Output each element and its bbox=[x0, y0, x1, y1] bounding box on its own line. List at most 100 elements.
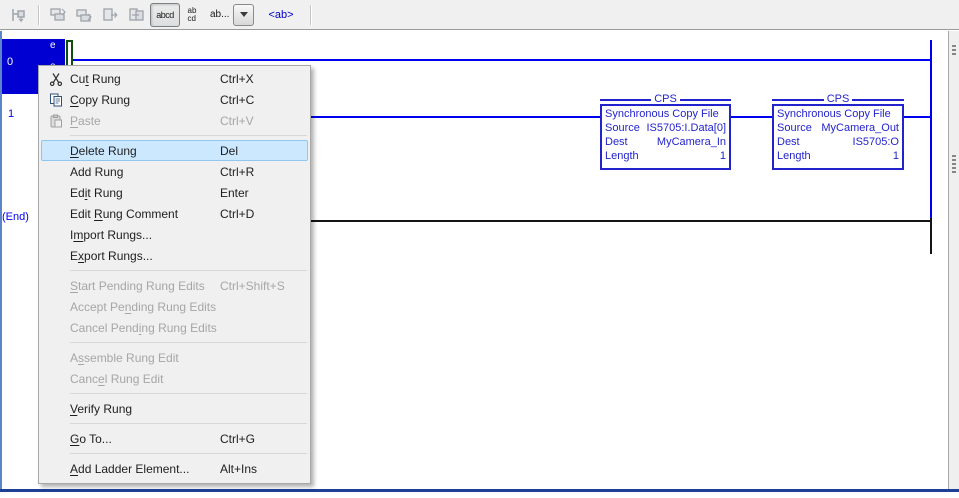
menu-item-shortcut: Ctrl+R bbox=[220, 165, 307, 179]
param-name: Dest bbox=[777, 135, 800, 149]
param-name: Length bbox=[777, 149, 811, 163]
menu-item-go-to[interactable]: Go To...Ctrl+G bbox=[41, 428, 308, 449]
menu-item-shortcut: Ctrl+V bbox=[220, 114, 307, 128]
menu-separator bbox=[70, 135, 307, 136]
menu-item-label: Import Rungs... bbox=[70, 228, 220, 242]
menu-separator bbox=[70, 342, 307, 343]
right-power-rail-end bbox=[930, 218, 932, 254]
menu-item-shortcut: Ctrl+D bbox=[220, 207, 307, 221]
menu-separator bbox=[70, 393, 307, 394]
menu-item-shortcut: Ctrl+C bbox=[220, 93, 307, 107]
param-value[interactable]: 1 bbox=[893, 149, 899, 163]
instruction-title: Synchronous Copy File bbox=[777, 107, 899, 121]
menu-item-label: Copy Rung bbox=[70, 93, 220, 107]
menu-item-shortcut: Ctrl+X bbox=[220, 72, 307, 86]
menu-item-shortcut: Ctrl+G bbox=[220, 432, 307, 446]
param-value[interactable]: IS5705:O bbox=[853, 135, 899, 149]
menu-item-assemble-rung-edit[interactable]: Assemble Rung Edit bbox=[41, 347, 308, 368]
show-full-text-button[interactable]: abcd bbox=[150, 3, 180, 27]
menu-item-label: Accept Pending Rung Edits bbox=[70, 300, 220, 314]
truncate-text-label: ab... bbox=[210, 9, 229, 20]
export-rung-icon[interactable] bbox=[98, 4, 122, 26]
menu-item-shortcut: Ctrl+Shift+S bbox=[220, 279, 307, 293]
vertical-scrollbar[interactable] bbox=[948, 31, 959, 489]
instruction-header: CPS bbox=[600, 95, 731, 104]
param-value[interactable]: 1 bbox=[720, 149, 726, 163]
menu-item-accept-pending-rung-edits[interactable]: Accept Pending Rung Edits bbox=[41, 296, 308, 317]
header-line bbox=[772, 99, 824, 101]
header-line bbox=[600, 99, 651, 101]
menu-item-add-rung[interactable]: Add RungCtrl+R bbox=[41, 161, 308, 182]
menu-item-edit-rung-comment[interactable]: Edit Rung CommentCtrl+D bbox=[41, 203, 308, 224]
menu-item-shortcut: Alt+Ins bbox=[220, 462, 307, 476]
param-name: Source bbox=[777, 121, 812, 135]
menu-item-cancel-pending-rung-edits[interactable]: Cancel Pending Rung Edits bbox=[41, 317, 308, 338]
instruction-block-cps[interactable]: CPS Synchronous Copy FileSource MyCamera_O… bbox=[772, 95, 904, 170]
menu-separator bbox=[70, 270, 307, 271]
menu-item-import-rungs[interactable]: Import Rungs... bbox=[41, 224, 308, 245]
menu-item-label: Add Ladder Element... bbox=[70, 462, 220, 476]
instruction-param: Length 1 bbox=[777, 149, 899, 163]
rung-number-1[interactable]: 1 bbox=[8, 108, 14, 120]
wrap-text-button[interactable]: ab cd bbox=[182, 4, 202, 26]
param-name: Source bbox=[605, 121, 640, 135]
menu-item-copy-rung[interactable]: Copy RungCtrl+C bbox=[41, 89, 308, 110]
menu-item-label: Go To... bbox=[70, 432, 220, 446]
menu-item-label: Paste bbox=[70, 114, 220, 128]
menu-item-edit-rung[interactable]: Edit RungEnter bbox=[41, 182, 308, 203]
rung-1-wire bbox=[731, 116, 772, 118]
rung-1-wire bbox=[904, 116, 931, 118]
wrap-text-bottom: cd bbox=[188, 15, 197, 23]
param-value[interactable]: IS5705:I.Data[0] bbox=[647, 121, 727, 135]
menu-item-cancel-rung-edit[interactable]: Cancel Rung Edit bbox=[41, 368, 308, 389]
copy-rung-up-icon[interactable] bbox=[72, 4, 96, 26]
scrollbar-grip-middle[interactable] bbox=[952, 155, 956, 173]
menu-item-label: Assemble Rung Edit bbox=[70, 351, 220, 365]
param-value[interactable]: MyCamera_Out bbox=[821, 121, 899, 135]
menu-item-label: Add Rung bbox=[70, 165, 220, 179]
menu-item-label: Cut Rung bbox=[70, 72, 220, 86]
instruction-title: Synchronous Copy File bbox=[605, 107, 726, 121]
menu-item-paste[interactable]: PasteCtrl+V bbox=[41, 110, 308, 131]
instruction-mnemonic: CPS bbox=[824, 95, 853, 104]
text-display-dropdown[interactable] bbox=[233, 4, 254, 26]
instruction-header: CPS bbox=[772, 95, 904, 104]
header-line bbox=[852, 99, 904, 101]
tag-display-button[interactable]: <ab> bbox=[268, 9, 293, 21]
rung-number-0[interactable]: 0 bbox=[7, 56, 13, 68]
import-rung-icon[interactable] bbox=[124, 4, 148, 26]
menu-item-delete-rung[interactable]: Delete RungDel bbox=[41, 140, 308, 161]
menu-item-label: Verify Rung bbox=[70, 402, 220, 416]
rung-number-end[interactable]: (End) bbox=[2, 211, 29, 223]
edit-zone-marker: e bbox=[50, 41, 56, 51]
instruction-mnemonic: CPS bbox=[651, 95, 680, 104]
toolbar-separator bbox=[38, 5, 40, 25]
instruction-block-cps[interactable]: CPS Synchronous Copy FileSource IS5705:I.D… bbox=[600, 95, 731, 170]
menu-item-label: Edit Rung bbox=[70, 186, 220, 200]
menu-item-label: Edit Rung Comment bbox=[70, 207, 220, 221]
menu-separator bbox=[70, 453, 307, 454]
menu-item-shortcut: Enter bbox=[220, 186, 307, 200]
param-value[interactable]: MyCamera_In bbox=[657, 135, 726, 149]
rung-0-wire bbox=[73, 59, 931, 61]
cut-icon bbox=[42, 72, 70, 86]
menu-item-label: Cancel Pending Rung Edits bbox=[70, 321, 220, 335]
menu-item-verify-rung[interactable]: Verify Rung bbox=[41, 398, 308, 419]
menu-item-shortcut: Del bbox=[220, 144, 307, 158]
copy-icon bbox=[42, 93, 70, 107]
show-full-text-label: abcd bbox=[156, 10, 174, 20]
menu-item-export-rungs[interactable]: Export Rungs... bbox=[41, 245, 308, 266]
copy-rung-down-icon[interactable] bbox=[46, 4, 70, 26]
instruction-param: Length1 bbox=[605, 149, 726, 163]
scrollbar-grip-top[interactable] bbox=[952, 45, 956, 57]
instruction-param: Source MyCamera_Out bbox=[777, 121, 899, 135]
insert-branch-icon[interactable] bbox=[6, 4, 30, 26]
menu-separator bbox=[70, 423, 307, 424]
header-line bbox=[680, 99, 731, 101]
menu-item-start-pending-rung-edits[interactable]: Start Pending Rung EditsCtrl+Shift+S bbox=[41, 275, 308, 296]
menu-item-cut-rung[interactable]: Cut RungCtrl+X bbox=[41, 68, 308, 89]
rung-context-menu: Cut RungCtrl+XCopy RungCtrl+CPasteCtrl+V… bbox=[38, 65, 311, 484]
pane-bottom-border bbox=[0, 489, 959, 492]
menu-item-add-ladder-element[interactable]: Add Ladder Element...Alt+Ins bbox=[41, 458, 308, 479]
param-name: Dest bbox=[605, 135, 628, 149]
